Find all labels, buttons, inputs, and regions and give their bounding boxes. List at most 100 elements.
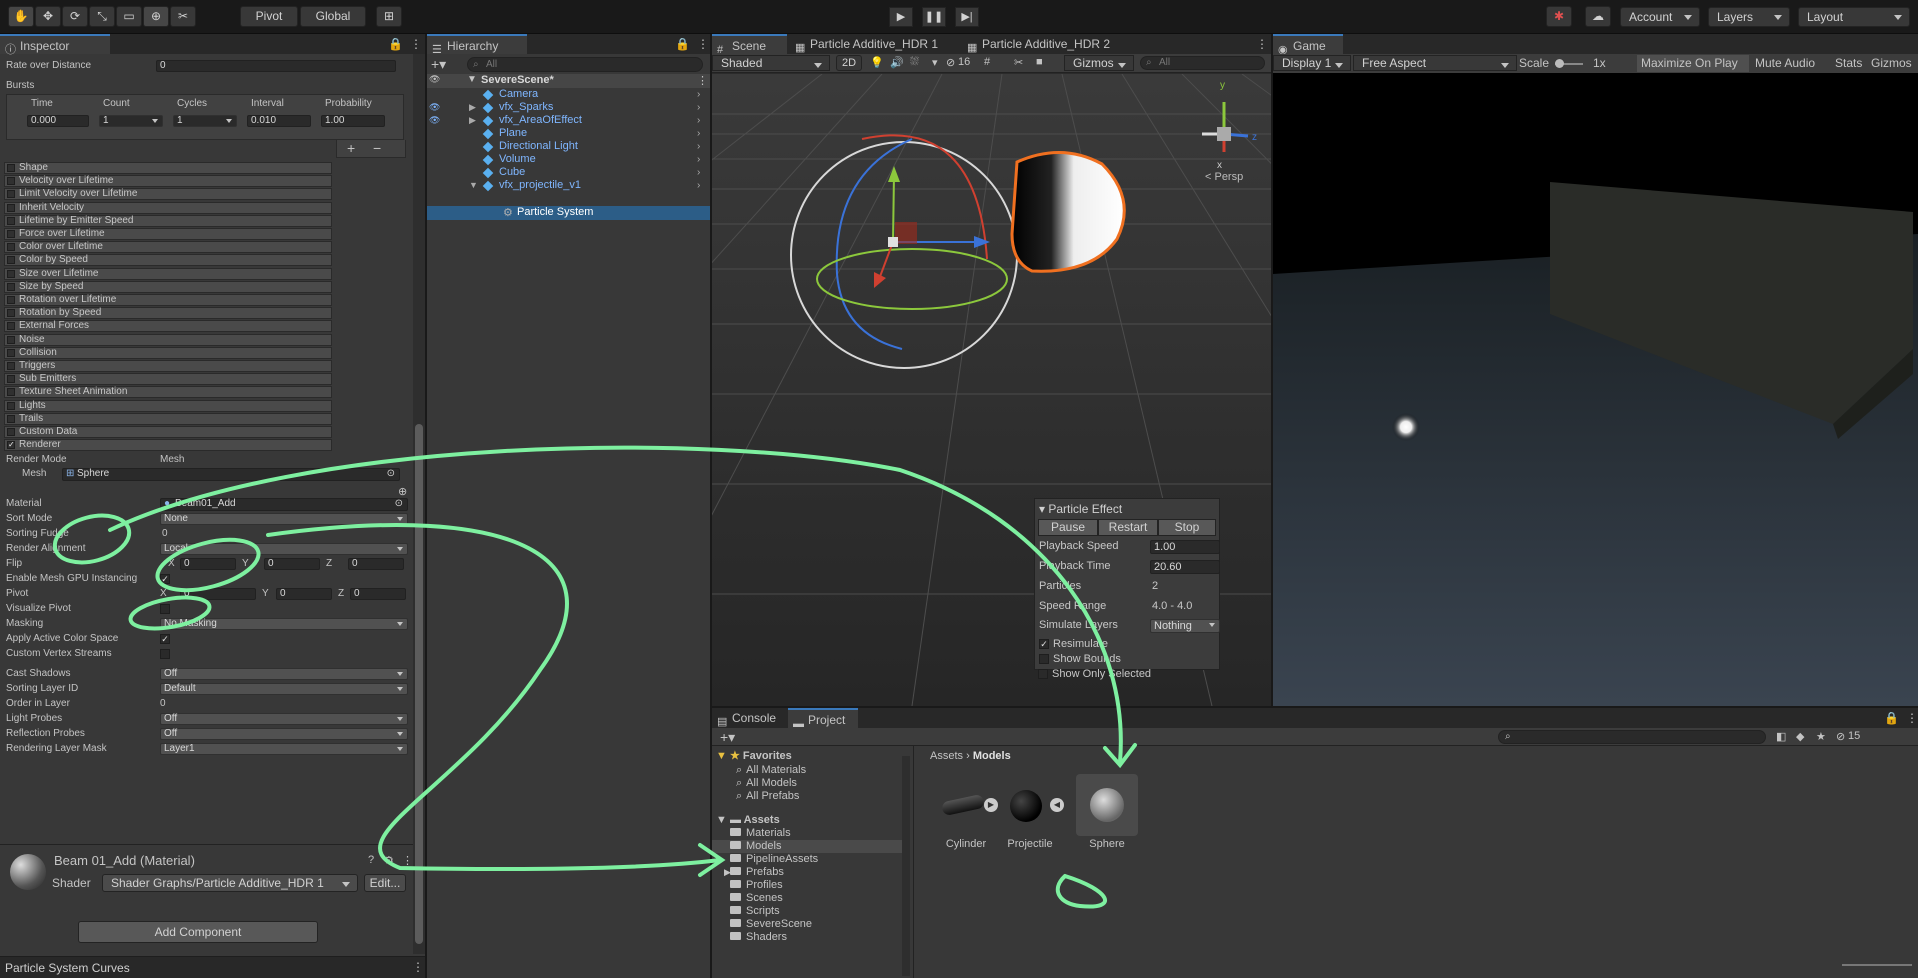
scale-tool-button[interactable]: ⤡ <box>89 6 115 27</box>
tab-hierarchy[interactable]: ☰ Hierarchy <box>427 34 527 56</box>
camera-icon[interactable]: ■ <box>1036 56 1043 68</box>
scale-slider-thumb[interactable] <box>1555 59 1564 68</box>
module-limit-velocity-over-lifetime[interactable]: Limit Velocity over Lifetime <box>4 188 332 201</box>
expand-icon[interactable]: ▶ <box>724 866 731 879</box>
gpu-instancing-checkbox[interactable]: ✓ <box>160 574 170 584</box>
hand-tool-button[interactable]: ✋ <box>8 6 34 27</box>
tab-project[interactable]: ▬ Project <box>788 708 858 730</box>
cast-shadows-dropdown[interactable]: Off <box>160 668 408 680</box>
module-checkbox[interactable] <box>7 309 15 318</box>
show-bounds-checkbox[interactable] <box>1039 654 1049 664</box>
module-trails[interactable]: Trails <box>4 412 332 425</box>
burst-probability-field[interactable]: 1.00 <box>321 115 385 127</box>
resimulate-checkbox[interactable]: ✓ <box>1039 639 1049 649</box>
material-field[interactable]: ● Beam01_Add ⊙ <box>160 498 408 511</box>
expand-icon[interactable]: ▶ <box>469 101 476 114</box>
hierarchy-item-volume[interactable]: Volume › <box>427 153 700 166</box>
expand-asset-icon[interactable]: ▶ <box>984 798 998 812</box>
module-size-over-lifetime[interactable]: Size over Lifetime <box>4 267 332 280</box>
breadcrumb-models[interactable]: Models <box>973 750 1011 762</box>
pivot-y-field[interactable]: 0 <box>276 588 332 600</box>
edit-shader-button[interactable]: Edit... <box>364 874 406 892</box>
asset-projectile[interactable]: ◀ <box>1002 778 1064 834</box>
chevron-right-icon[interactable]: › <box>697 153 700 166</box>
sort-mode-dropdown[interactable]: None <box>160 513 408 525</box>
cloud-button[interactable]: ☁ <box>1585 6 1611 27</box>
favorites-header[interactable]: ▼ ★ Favorites <box>716 750 792 763</box>
transform-tool-button[interactable]: ⊕ <box>143 6 169 27</box>
chevron-right-icon[interactable]: › <box>697 166 700 179</box>
module-checkbox[interactable] <box>7 203 15 212</box>
inspector-scroll-thumb[interactable] <box>415 424 423 944</box>
add-burst-button[interactable]: + <box>347 140 355 156</box>
folder-prefabs[interactable]: ▶ Prefabs <box>724 866 784 879</box>
visibility-icon[interactable]: 👁 <box>429 114 440 127</box>
stats-toggle[interactable]: Stats <box>1835 56 1862 70</box>
grid-snap-button[interactable]: ⊞ <box>376 6 402 27</box>
hierarchy-item-vfx-projectile-v1[interactable]: ▼ vfx_projectile_v1 › <box>427 179 700 192</box>
module-checkbox[interactable] <box>7 401 15 410</box>
assets-header[interactable]: ▼ ▬ Assets <box>716 814 780 827</box>
lighting-icon[interactable]: 💡 <box>870 56 884 69</box>
module-checkbox[interactable] <box>7 388 15 397</box>
sorting-fudge-value[interactable]: 0 <box>162 528 168 539</box>
playback-time-field[interactable]: 20.60 <box>1150 560 1220 574</box>
module-noise[interactable]: Noise <box>4 333 332 346</box>
module-checkbox[interactable] <box>7 375 15 384</box>
chevron-right-icon[interactable]: › <box>697 101 700 114</box>
add-mesh-icon[interactable]: ⊕ <box>398 485 407 498</box>
module-rotation-by-speed[interactable]: Rotation by Speed <box>4 307 332 320</box>
apply-color-space-checkbox[interactable]: ✓ <box>160 634 170 644</box>
module-collision[interactable]: Collision <box>4 346 332 359</box>
simulate-layers-dropdown[interactable]: Nothing <box>1150 619 1220 633</box>
module-checkbox[interactable] <box>7 190 15 199</box>
hierarchy-selected-row[interactable]: ⚙ Particle System <box>427 206 710 220</box>
module-renderer[interactable]: ✓ Renderer <box>4 439 332 452</box>
flip-y-field[interactable]: 0 <box>264 558 320 570</box>
burst-count-field[interactable]: 1 <box>99 115 163 127</box>
play-button[interactable]: ▶ <box>889 7 913 27</box>
module-checkbox[interactable] <box>7 269 15 278</box>
add-component-button[interactable]: Add Component <box>78 921 318 943</box>
module-force-over-lifetime[interactable]: Force over Lifetime <box>4 228 332 240</box>
folder-shaders[interactable]: Shaders <box>730 931 787 944</box>
hierarchy-item-vfx-sparks[interactable]: ▶ vfx_Sparks › 👁 <box>427 101 700 114</box>
tab-game[interactable]: ◉ Game <box>1273 34 1343 56</box>
folder-materials[interactable]: Materials <box>730 827 791 840</box>
global-toggle[interactable]: Global <box>300 6 366 27</box>
step-button[interactable]: ▶| <box>955 7 979 27</box>
collapse-asset-icon[interactable]: ◀ <box>1050 798 1064 812</box>
filter-label-icon[interactable]: ◆ <box>1796 730 1804 743</box>
scene-header-row[interactable]: 👁 ▼ SevereScene* ⋮ <box>427 74 710 88</box>
tab-inspector[interactable]: ⓘ Inspector <box>0 34 110 56</box>
asset-sphere[interactable] <box>1076 774 1138 836</box>
hierarchy-item-cube[interactable]: Cube › <box>427 166 700 179</box>
folder-scenes[interactable]: Scenes <box>730 892 783 905</box>
hidden-objects-icon[interactable]: ⊘ <box>946 56 955 69</box>
favorite-item[interactable]: ⌕ All Prefabs <box>736 790 799 803</box>
visualize-pivot-checkbox[interactable] <box>160 604 170 614</box>
game-gizmos-toggle[interactable]: Gizmos <box>1871 56 1912 70</box>
filter-type-icon[interactable]: ◧ <box>1776 730 1786 743</box>
project-menu-icon[interactable]: ⋮ <box>1906 711 1918 725</box>
shader-dropdown[interactable]: Shader Graphs/Particle Additive_HDR 1 <box>102 874 358 892</box>
visibility-icon[interactable]: 👁 <box>429 101 440 114</box>
folder-profiles[interactable]: Profiles <box>730 879 783 892</box>
curves-menu-icon[interactable]: ⋮ <box>412 960 424 974</box>
chevron-right-icon[interactable]: › <box>697 140 700 153</box>
render-mode-value[interactable]: Mesh <box>160 454 184 465</box>
hierarchy-search-input[interactable]: ⌕ All <box>467 57 703 72</box>
project-lock-icon[interactable]: 🔒 <box>1884 711 1899 725</box>
reflection-probes-dropdown[interactable]: Off <box>160 728 408 740</box>
restart-effect-button[interactable]: Restart <box>1098 519 1158 536</box>
move-tool-button[interactable]: ✥ <box>35 6 61 27</box>
2d-toggle[interactable]: 2D <box>836 55 862 71</box>
tab-scene[interactable]: # Scene <box>712 34 787 56</box>
audio-icon[interactable]: 🔊 <box>890 56 904 69</box>
module-external-forces[interactable]: External Forces <box>4 320 332 333</box>
chevron-right-icon[interactable]: › <box>697 179 700 192</box>
folder-severescene[interactable]: SevereScene <box>730 918 812 931</box>
module-checkbox[interactable] <box>7 296 15 304</box>
show-only-selected-checkbox[interactable] <box>1038 669 1048 679</box>
hierarchy-item-camera[interactable]: Camera › <box>427 88 700 101</box>
